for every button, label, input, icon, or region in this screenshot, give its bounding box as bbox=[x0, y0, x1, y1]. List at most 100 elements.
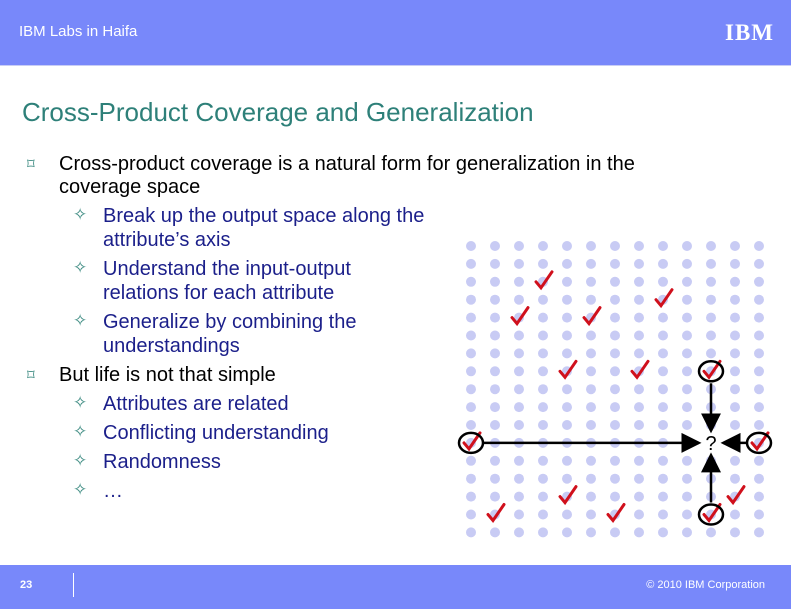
grid-dot bbox=[634, 276, 644, 287]
grid-dot bbox=[562, 473, 572, 484]
grid-dot bbox=[658, 312, 668, 323]
grid-dot bbox=[514, 527, 524, 538]
grid-dot bbox=[490, 420, 500, 430]
grid-dot bbox=[538, 312, 548, 323]
grid-dot bbox=[730, 366, 740, 377]
grid-dot bbox=[586, 384, 596, 395]
grid-dot bbox=[610, 420, 620, 430]
grid-dot bbox=[610, 330, 620, 341]
grid-dot bbox=[490, 330, 500, 341]
grid-dot bbox=[682, 348, 692, 359]
grid-dot bbox=[682, 312, 692, 323]
grid-dot bbox=[538, 366, 548, 377]
grid-dot bbox=[466, 420, 476, 430]
grid-dot bbox=[586, 491, 596, 502]
grid-dot bbox=[754, 366, 764, 377]
grid-dot bbox=[562, 527, 572, 538]
grid-dot bbox=[658, 258, 668, 269]
grid-dot bbox=[610, 241, 620, 251]
grid-dot bbox=[682, 509, 692, 520]
grid-dot bbox=[634, 330, 644, 341]
grid-dot bbox=[634, 509, 644, 520]
grid-dot bbox=[514, 509, 524, 520]
grid-dot bbox=[658, 473, 668, 484]
grid-dot bbox=[538, 330, 548, 341]
grid-dot bbox=[514, 491, 524, 502]
grid-dot bbox=[586, 420, 596, 430]
grid-dot bbox=[490, 348, 500, 359]
grid-dot bbox=[634, 491, 644, 502]
grid-dot bbox=[538, 455, 548, 466]
grid-dot bbox=[658, 455, 668, 466]
grid-dot bbox=[538, 527, 548, 538]
grid-dot bbox=[610, 402, 620, 413]
grid-dot bbox=[466, 509, 476, 520]
grid-dot bbox=[562, 420, 572, 430]
grid-dot bbox=[466, 402, 476, 413]
grid-dot bbox=[706, 330, 716, 341]
grid-dot bbox=[490, 258, 500, 269]
grid-dot bbox=[634, 312, 644, 323]
grid-dot bbox=[466, 348, 476, 359]
grid-dot bbox=[466, 312, 476, 323]
grid-dot bbox=[466, 294, 476, 305]
grid-dot bbox=[562, 276, 572, 287]
grid-dot bbox=[490, 312, 500, 323]
grid-dot bbox=[514, 276, 524, 287]
grid-dot bbox=[562, 330, 572, 341]
grid-dot bbox=[730, 276, 740, 287]
grid-dot bbox=[514, 473, 524, 484]
grid-dot bbox=[658, 384, 668, 395]
grid-dot bbox=[682, 402, 692, 413]
grid-dot bbox=[538, 420, 548, 430]
grid-dot bbox=[538, 473, 548, 484]
grid-dot bbox=[682, 455, 692, 466]
grid-dot bbox=[658, 348, 668, 359]
grid-dot bbox=[682, 258, 692, 269]
grid-dot bbox=[538, 241, 548, 251]
grid-dot bbox=[490, 276, 500, 287]
grid-dot bbox=[754, 509, 764, 520]
grid-dot bbox=[562, 294, 572, 305]
grid-dot bbox=[514, 348, 524, 359]
grid-dot bbox=[682, 420, 692, 430]
grid-dot bbox=[490, 527, 500, 538]
grid-dot bbox=[706, 276, 716, 287]
grid-dot bbox=[730, 294, 740, 305]
grid-dot bbox=[514, 294, 524, 305]
grid-dot bbox=[634, 294, 644, 305]
grid-dot bbox=[634, 527, 644, 538]
grid-dot bbox=[634, 455, 644, 466]
grid-dot bbox=[658, 527, 668, 538]
grid-dot bbox=[754, 258, 764, 269]
slide: IBM Labs in Haifa IBM Cross-Product Cove… bbox=[0, 0, 791, 609]
grid-dot bbox=[634, 420, 644, 430]
grid-dot bbox=[754, 348, 764, 359]
grid-dot bbox=[586, 473, 596, 484]
grid-dot bbox=[586, 330, 596, 341]
grid-dot bbox=[538, 258, 548, 269]
grid-dot bbox=[610, 491, 620, 502]
grid-dot bbox=[706, 312, 716, 323]
grid-dot bbox=[562, 402, 572, 413]
grid-dot bbox=[754, 330, 764, 341]
grid-dot bbox=[490, 491, 500, 502]
grid-dot bbox=[730, 241, 740, 251]
grid-dot bbox=[586, 294, 596, 305]
grid-dot bbox=[562, 312, 572, 323]
grid-dot bbox=[754, 384, 764, 395]
grid-dot bbox=[562, 455, 572, 466]
grid-dot bbox=[634, 241, 644, 251]
grid-dot bbox=[754, 420, 764, 430]
grid-dot bbox=[538, 491, 548, 502]
grid-dot bbox=[586, 455, 596, 466]
grid-dot bbox=[658, 402, 668, 413]
grid-dot bbox=[466, 366, 476, 377]
grid-dot bbox=[586, 241, 596, 251]
grid-dot bbox=[706, 294, 716, 305]
grid-dot bbox=[610, 348, 620, 359]
grid-dot bbox=[610, 527, 620, 538]
grid-dot bbox=[682, 384, 692, 395]
grid-dot bbox=[634, 402, 644, 413]
grid-dot bbox=[466, 384, 476, 395]
